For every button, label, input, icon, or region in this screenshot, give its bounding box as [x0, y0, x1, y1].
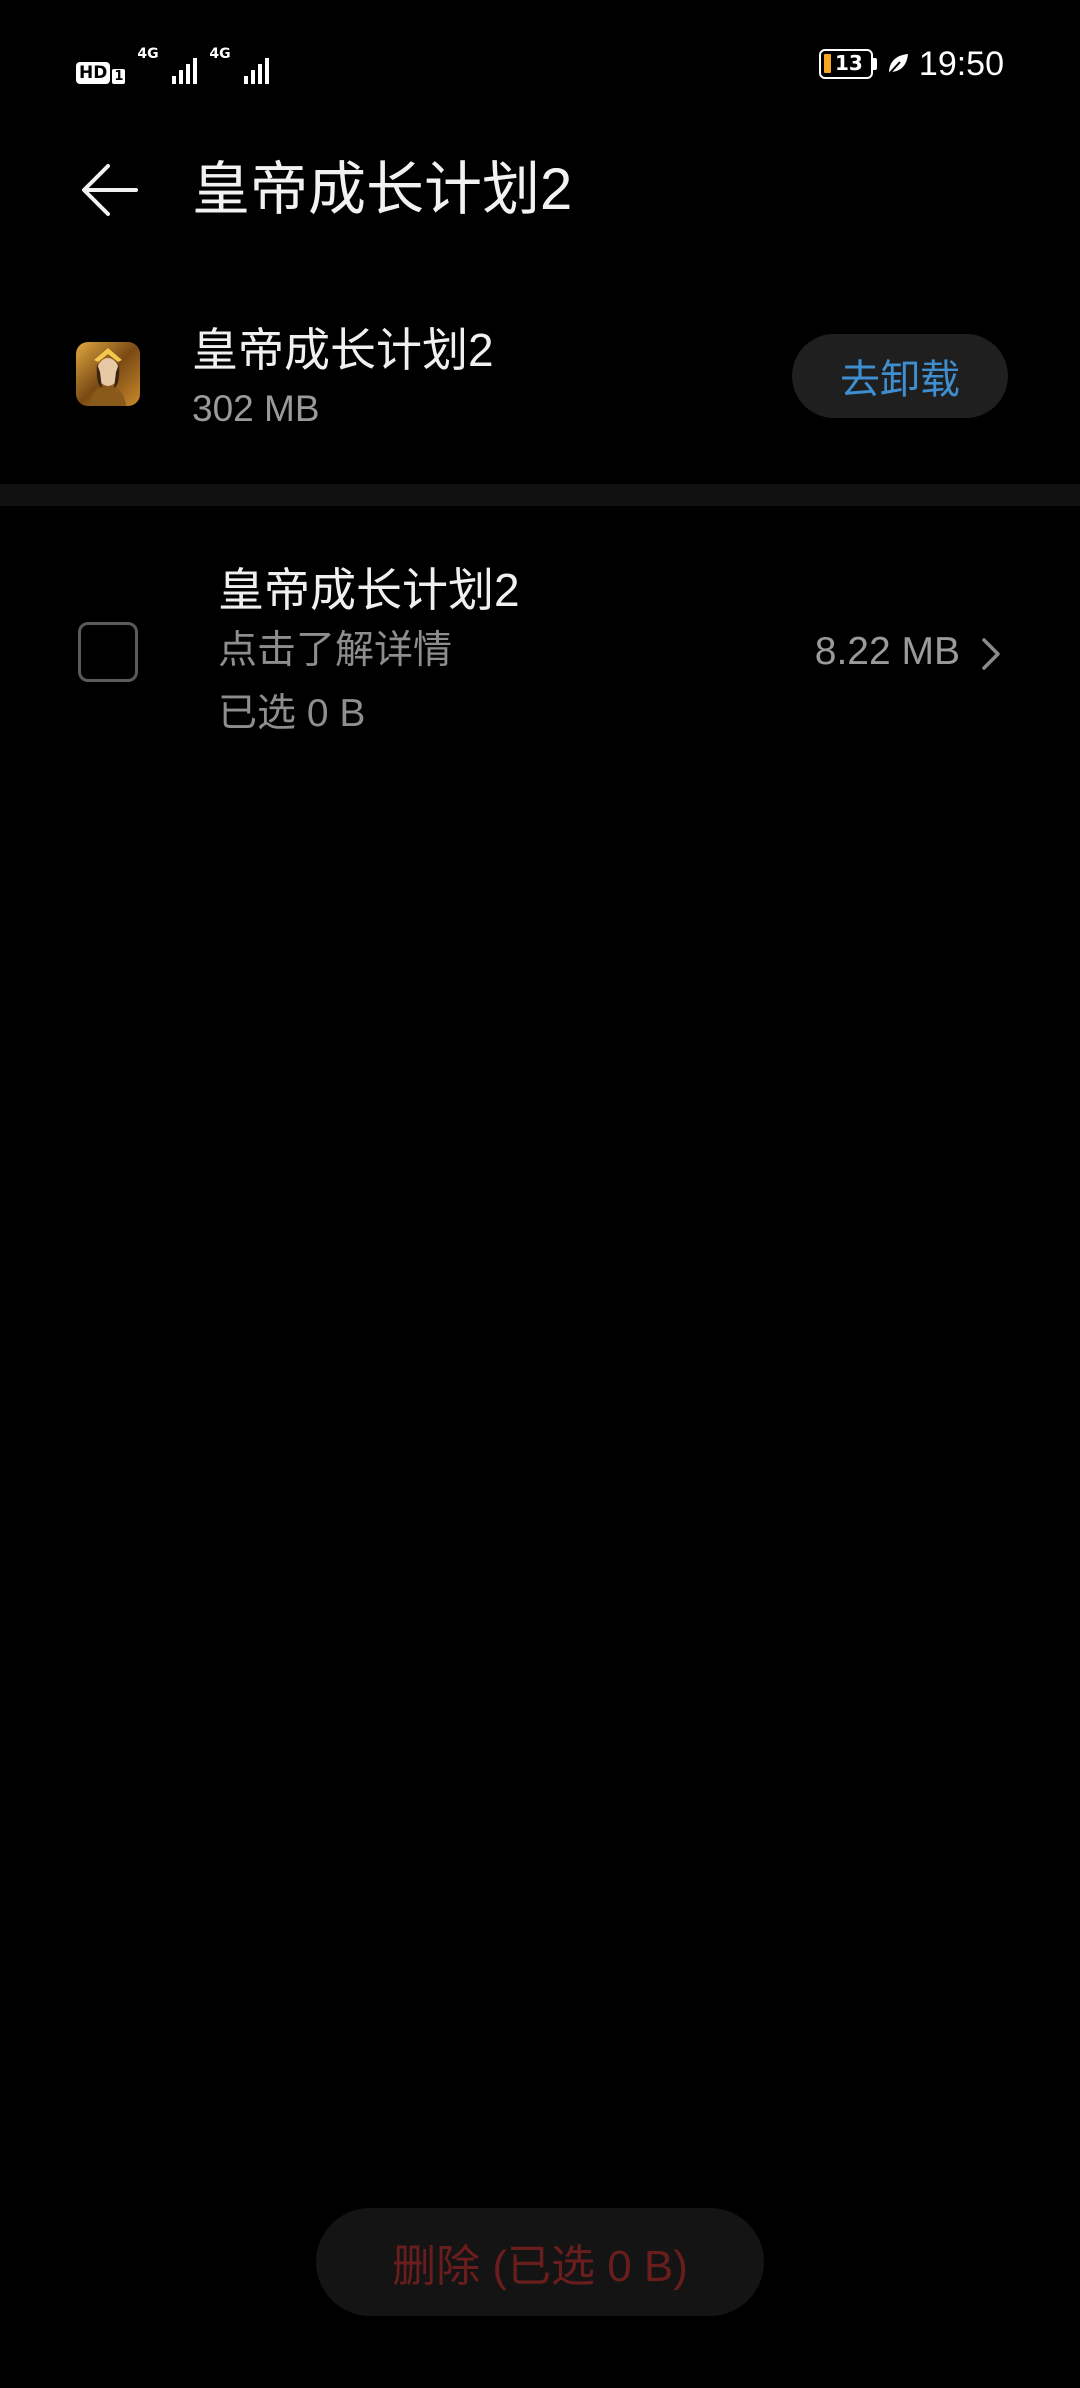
signal-icon: 4G [137, 46, 198, 84]
cache-item-selected-size: 已选 0 B [218, 692, 366, 735]
chevron-right-icon [982, 638, 1000, 670]
arrow-left-icon [82, 164, 138, 216]
app-bar: 皇帝成长计划2 [0, 140, 1080, 260]
status-bar: HD 1 4G 4G 13 19:50 [0, 0, 1080, 130]
battery-level: 13 [834, 51, 863, 75]
network-gen-label: 4G [209, 46, 231, 62]
cache-item-checkbox[interactable] [78, 622, 138, 682]
signal-icon: 4G [209, 46, 270, 84]
cache-item-size: 8.22 MB [814, 630, 960, 673]
back-button[interactable] [70, 150, 150, 230]
clock: 19:50 [918, 44, 1004, 83]
status-bar-right: 13 19:50 [818, 44, 1004, 84]
app-icon [76, 342, 140, 406]
app-name: 皇帝成长计划2 [192, 324, 494, 376]
cache-item-title: 皇帝成长计划2 [218, 564, 520, 616]
app-info-row: 皇帝成长计划2 302 MB 去卸载 [0, 300, 1080, 470]
cache-item-hint: 点击了解详情 [218, 629, 453, 672]
screen: HD 1 4G 4G 13 19:50 皇帝成长计划2 皇帝成长计划2 302 … [0, 0, 1080, 2388]
page-title: 皇帝成长计划2 [192, 157, 573, 222]
hd-sub-label: 1 [112, 69, 126, 84]
delete-button[interactable]: 删除 (已选 0 B) [316, 2208, 764, 2316]
battery-tip [872, 58, 877, 70]
hd-icon: HD 1 [76, 62, 126, 84]
status-bar-left: HD 1 4G 4G [76, 44, 270, 84]
section-divider [0, 484, 1080, 506]
app-size: 302 MB [192, 388, 320, 429]
battery-icon: 13 [818, 49, 873, 79]
power-saving-leaf-icon [888, 54, 908, 75]
network-gen-label: 4G [137, 46, 159, 62]
cache-item-row[interactable]: 皇帝成长计划2 点击了解详情 已选 0 B 8.22 MB [0, 540, 1080, 760]
uninstall-button[interactable]: 去卸载 [792, 334, 1008, 418]
hd-label: HD [76, 62, 111, 84]
